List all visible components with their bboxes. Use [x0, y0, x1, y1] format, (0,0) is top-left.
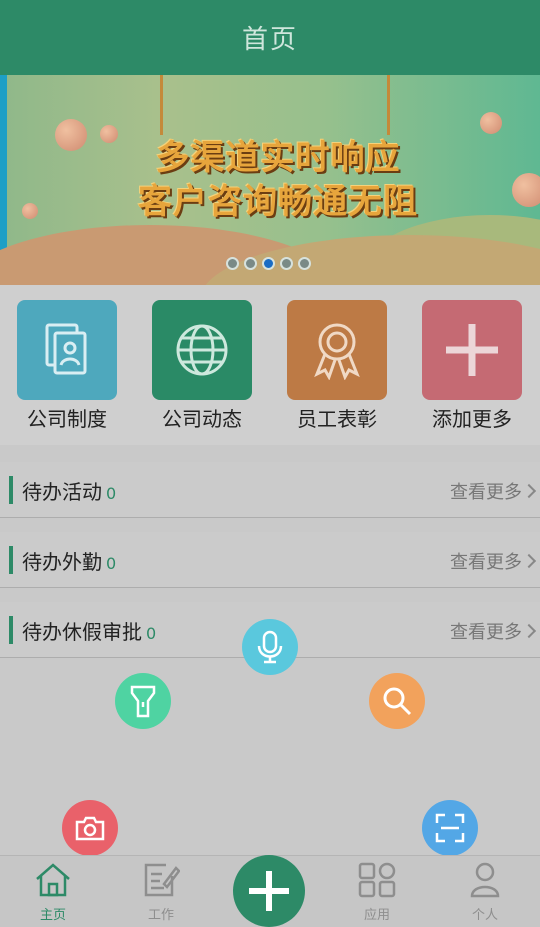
view-more-link[interactable]: 查看更多 — [450, 618, 537, 644]
carousel-dot-active[interactable] — [262, 257, 275, 270]
tab-profile[interactable]: 个人 — [450, 862, 520, 923]
banner-carousel[interactable]: 多渠道实时响应 客户咨询畅通无阻 — [0, 75, 540, 285]
banner-ball — [55, 119, 87, 151]
section-pending-field-work[interactable]: 待办外勤 0 查看更多 — [0, 532, 540, 588]
quick-item-label: 公司制度 — [27, 407, 107, 431]
quick-item-company-news[interactable]: 公司动态 — [152, 300, 252, 432]
carousel-dot[interactable] — [298, 257, 311, 270]
page-title: 首页 — [241, 25, 298, 55]
banner-ball — [100, 125, 118, 143]
banner-ball — [22, 203, 38, 219]
chevron-right-icon — [521, 623, 537, 639]
tab-apps[interactable]: 应用 — [342, 862, 412, 923]
section-accent — [9, 546, 13, 574]
section-count: 0 — [106, 484, 117, 503]
banner-ball — [480, 112, 502, 134]
banner-rope — [160, 75, 163, 135]
award-icon — [287, 300, 387, 400]
tab-label: 个人 — [471, 908, 498, 923]
microphone-icon — [257, 630, 283, 664]
quick-entries: 公司制度 公司动态 员工表彰 添加更多 — [0, 285, 540, 445]
chevron-right-icon — [521, 553, 537, 569]
tab-label: 应用 — [363, 908, 390, 923]
chevron-right-icon — [521, 483, 537, 499]
plus-icon — [249, 871, 289, 911]
carousel-dot[interactable] — [244, 257, 257, 270]
tab-label: 主页 — [39, 908, 66, 923]
plus-icon — [422, 300, 522, 400]
tab-work[interactable]: 工作 — [126, 862, 196, 923]
microphone-button[interactable] — [242, 619, 298, 675]
user-icon — [470, 862, 500, 898]
section-accent — [9, 476, 13, 504]
carousel-dot[interactable] — [280, 257, 293, 270]
view-more-link[interactable]: 查看更多 — [450, 478, 537, 504]
section-pending-activities[interactable]: 待办活动 0 查看更多 — [0, 462, 540, 518]
edit-icon — [144, 863, 181, 897]
section-count: 0 — [146, 624, 157, 643]
section-accent — [9, 616, 13, 644]
home-icon — [36, 863, 70, 897]
tab-home[interactable]: 主页 — [18, 862, 88, 923]
section-title: 待办休假审批 0 — [22, 620, 157, 644]
app-header: 首页 — [0, 0, 540, 75]
scan-button[interactable] — [422, 800, 478, 856]
globe-icon — [152, 300, 252, 400]
banner-line2: 客户咨询畅通无阻 — [138, 182, 418, 222]
camera-button[interactable] — [62, 800, 118, 856]
banner-slogan: 多渠道实时响应 客户咨询畅通无阻 — [128, 130, 428, 230]
quick-item-label: 公司动态 — [162, 407, 242, 431]
document-icon — [17, 300, 117, 400]
banner-line1: 多渠道实时响应 — [155, 138, 401, 178]
view-more-link[interactable]: 查看更多 — [450, 548, 537, 574]
quick-item-add-more[interactable]: 添加更多 — [422, 300, 522, 432]
carousel-dot[interactable] — [226, 257, 239, 270]
tab-label: 工作 — [147, 908, 174, 923]
section-title: 待办外勤 0 — [22, 550, 117, 574]
quick-item-label: 添加更多 — [432, 407, 512, 431]
center-add-button[interactable] — [233, 855, 305, 927]
search-icon — [383, 687, 412, 716]
banner-ball — [512, 173, 540, 207]
carousel-indicator — [226, 257, 311, 270]
section-title: 待办活动 0 — [22, 480, 117, 504]
section-count: 0 — [106, 554, 117, 573]
quick-item-company-policy[interactable]: 公司制度 — [17, 300, 117, 432]
banner-rope — [387, 75, 390, 135]
camera-icon — [75, 816, 105, 841]
search-button[interactable] — [369, 673, 425, 729]
scan-icon — [435, 813, 465, 843]
flashlight-button[interactable] — [115, 673, 171, 729]
flashlight-icon — [130, 685, 156, 718]
apps-icon — [358, 862, 396, 898]
quick-item-label: 员工表彰 — [297, 407, 377, 431]
quick-item-employee-award[interactable]: 员工表彰 — [287, 300, 387, 432]
